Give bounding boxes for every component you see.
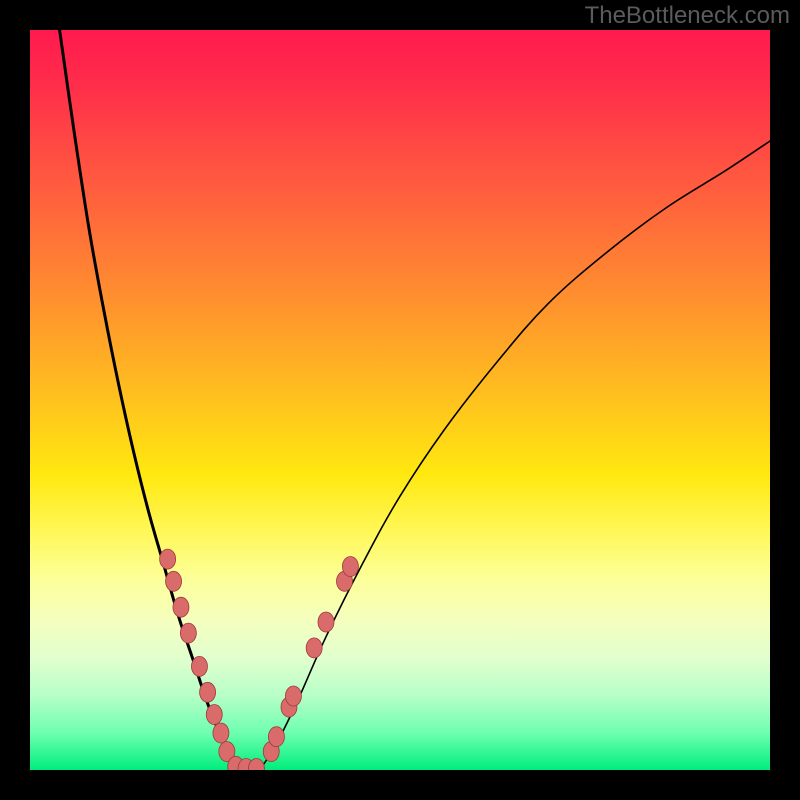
marker-left: [213, 723, 229, 743]
marker-left: [173, 597, 189, 617]
marker-left: [166, 571, 182, 591]
curve-right-branch: [259, 141, 770, 770]
marker-right: [285, 686, 301, 706]
curve-layer: [30, 30, 770, 770]
marker-left: [206, 705, 222, 725]
marker-left: [191, 656, 207, 676]
marker-left: [180, 623, 196, 643]
marker-right: [318, 612, 334, 632]
plot-area: [30, 30, 770, 770]
marker-right: [268, 727, 284, 747]
chart-root: TheBottleneck.com: [0, 0, 800, 800]
marker-right: [306, 638, 322, 658]
marker-right: [342, 557, 358, 577]
curve-left-branch: [60, 30, 238, 770]
watermark-text: TheBottleneck.com: [585, 2, 790, 30]
marker-left: [200, 682, 216, 702]
marker-left: [160, 549, 176, 569]
